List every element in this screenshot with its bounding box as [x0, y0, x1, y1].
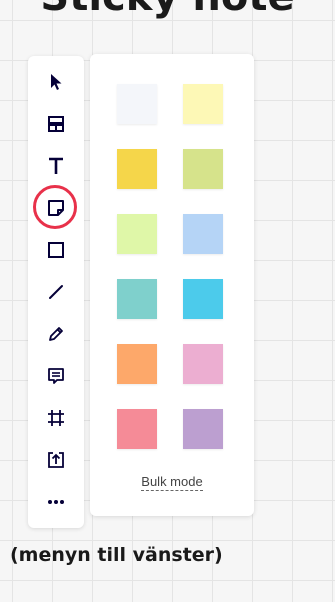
more-tools[interactable] — [44, 490, 68, 514]
sticky-note-tool[interactable] — [44, 196, 68, 220]
cursor-arrow-icon — [51, 74, 62, 90]
square-icon — [48, 242, 64, 258]
text-tool[interactable] — [44, 154, 68, 178]
sticky-color-orange[interactable] — [117, 344, 157, 384]
line-tool[interactable] — [44, 280, 68, 304]
sticky-color-pink[interactable] — [183, 344, 223, 384]
frame-icon — [48, 410, 64, 426]
templates-icon — [48, 116, 64, 132]
line-icon — [49, 285, 63, 299]
pen-tool[interactable] — [44, 322, 68, 346]
sticky-color-light-green[interactable] — [117, 214, 157, 254]
templates-tool[interactable] — [44, 112, 68, 136]
bottom-caption: (menyn till vänster) — [10, 544, 223, 566]
sticky-color-olive-green[interactable] — [183, 149, 223, 189]
creation-toolbar — [28, 56, 84, 528]
shape-tool[interactable] — [44, 238, 68, 262]
sticky-color-purple[interactable] — [183, 409, 223, 449]
sticky-color-light-yellow[interactable] — [183, 84, 223, 124]
upload-tool[interactable] — [44, 448, 68, 472]
sticky-color-light-blue[interactable] — [183, 214, 223, 254]
bulk-mode-link[interactable]: Bulk mode — [141, 474, 203, 491]
sticky-color-teal[interactable] — [117, 279, 157, 319]
sticky-note-color-panel: Bulk mode — [90, 54, 254, 516]
pen-icon — [49, 327, 63, 341]
sticky-color-white[interactable] — [117, 84, 157, 124]
select-tool[interactable] — [44, 70, 68, 94]
comment-tool[interactable] — [44, 364, 68, 388]
more-dots-icon — [48, 500, 64, 504]
comment-icon — [48, 368, 64, 384]
sticky-note-icon — [48, 200, 64, 216]
frame-tool[interactable] — [44, 406, 68, 430]
text-t-icon — [49, 157, 63, 174]
sticky-color-red[interactable] — [117, 409, 157, 449]
upload-icon — [48, 452, 64, 468]
top-caption: Sticky note — [0, 0, 335, 20]
sticky-color-cyan[interactable] — [183, 279, 223, 319]
sticky-color-yellow[interactable] — [117, 149, 157, 189]
bulk-mode-container: Bulk mode — [90, 474, 254, 491]
